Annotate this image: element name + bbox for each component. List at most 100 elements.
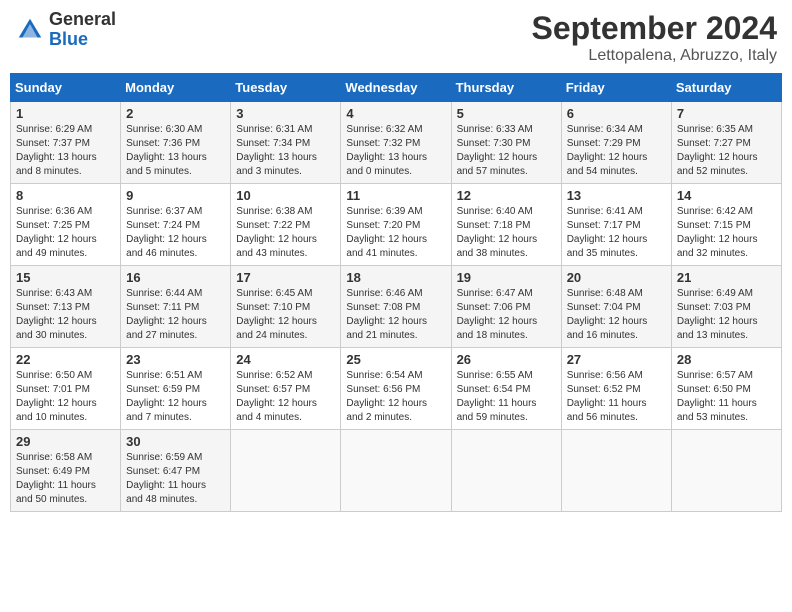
calendar-cell: 26 Sunrise: 6:55 AMSunset: 6:54 PMDayligh…: [451, 348, 561, 430]
day-number: 15: [16, 270, 115, 285]
day-info: Sunrise: 6:54 AMSunset: 6:56 PMDaylight:…: [346, 369, 445, 425]
day-info: Sunrise: 6:37 AMSunset: 7:24 PMDaylight:…: [126, 205, 225, 261]
day-info: Sunrise: 6:43 AMSunset: 7:13 PMDaylight:…: [16, 287, 115, 343]
day-info: Sunrise: 6:30 AMSunset: 7:36 PMDaylight:…: [126, 123, 225, 179]
header-thursday: Thursday: [451, 74, 561, 102]
calendar-cell: 25 Sunrise: 6:54 AMSunset: 6:56 PMDayligh…: [341, 348, 451, 430]
day-number: 9: [126, 188, 225, 203]
calendar-cell: 2 Sunrise: 6:30 AMSunset: 7:36 PMDaylight…: [121, 102, 231, 184]
title-block: September 2024 Lettopalena, Abruzzo, Ita…: [532, 10, 777, 65]
day-info: Sunrise: 6:59 AMSunset: 6:47 PMDaylight:…: [126, 451, 225, 507]
day-number: 24: [236, 352, 335, 367]
calendar: Sunday Monday Tuesday Wednesday Thursday…: [10, 73, 782, 512]
day-number: 11: [346, 188, 445, 203]
logo-blue: Blue: [49, 30, 116, 50]
calendar-cell: [671, 430, 781, 512]
day-number: 29: [16, 434, 115, 449]
day-number: 6: [567, 106, 666, 121]
day-number: 16: [126, 270, 225, 285]
day-number: 20: [567, 270, 666, 285]
month-title: September 2024: [532, 10, 777, 47]
day-info: Sunrise: 6:58 AMSunset: 6:49 PMDaylight:…: [16, 451, 115, 507]
calendar-cell: 19 Sunrise: 6:47 AMSunset: 7:06 PMDayligh…: [451, 266, 561, 348]
day-info: Sunrise: 6:44 AMSunset: 7:11 PMDaylight:…: [126, 287, 225, 343]
day-info: Sunrise: 6:34 AMSunset: 7:29 PMDaylight:…: [567, 123, 666, 179]
calendar-cell: 15 Sunrise: 6:43 AMSunset: 7:13 PMDayligh…: [11, 266, 121, 348]
header-tuesday: Tuesday: [231, 74, 341, 102]
day-number: 22: [16, 352, 115, 367]
day-info: Sunrise: 6:36 AMSunset: 7:25 PMDaylight:…: [16, 205, 115, 261]
day-number: 12: [457, 188, 556, 203]
day-number: 14: [677, 188, 776, 203]
calendar-cell: [451, 430, 561, 512]
calendar-cell: 21Sunrise: 6:49 AMSunset: 7:03 PMDayligh…: [671, 266, 781, 348]
calendar-cell: 11 Sunrise: 6:39 AMSunset: 7:20 PMDayligh…: [341, 184, 451, 266]
day-info: Sunrise: 6:46 AMSunset: 7:08 PMDaylight:…: [346, 287, 445, 343]
day-info: Sunrise: 6:35 AMSunset: 7:27 PMDaylight:…: [677, 123, 776, 179]
day-info: Sunrise: 6:48 AMSunset: 7:04 PMDaylight:…: [567, 287, 666, 343]
day-info: Sunrise: 6:55 AMSunset: 6:54 PMDaylight:…: [457, 369, 556, 425]
day-info: Sunrise: 6:41 AMSunset: 7:17 PMDaylight:…: [567, 205, 666, 261]
day-number: 1: [16, 106, 115, 121]
calendar-cell: 9 Sunrise: 6:37 AMSunset: 7:24 PMDaylight…: [121, 184, 231, 266]
day-info: Sunrise: 6:32 AMSunset: 7:32 PMDaylight:…: [346, 123, 445, 179]
calendar-cell: 8 Sunrise: 6:36 AMSunset: 7:25 PMDaylight…: [11, 184, 121, 266]
day-info: Sunrise: 6:31 AMSunset: 7:34 PMDaylight:…: [236, 123, 335, 179]
page-header: General Blue September 2024 Lettopalena,…: [10, 10, 782, 65]
calendar-cell: 16 Sunrise: 6:44 AMSunset: 7:11 PMDayligh…: [121, 266, 231, 348]
calendar-cell: 10 Sunrise: 6:38 AMSunset: 7:22 PMDayligh…: [231, 184, 341, 266]
day-number: 27: [567, 352, 666, 367]
calendar-cell: 4Sunrise: 6:32 AMSunset: 7:32 PMDaylight…: [341, 102, 451, 184]
day-info: Sunrise: 6:38 AMSunset: 7:22 PMDaylight:…: [236, 205, 335, 261]
day-info: Sunrise: 6:50 AMSunset: 7:01 PMDaylight:…: [16, 369, 115, 425]
calendar-cell: 28Sunrise: 6:57 AMSunset: 6:50 PMDayligh…: [671, 348, 781, 430]
day-info: Sunrise: 6:47 AMSunset: 7:06 PMDaylight:…: [457, 287, 556, 343]
day-number: 25: [346, 352, 445, 367]
day-number: 17: [236, 270, 335, 285]
location: Lettopalena, Abruzzo, Italy: [532, 47, 777, 65]
logo-icon: [15, 15, 45, 45]
calendar-cell: [561, 430, 671, 512]
day-info: Sunrise: 6:49 AMSunset: 7:03 PMDaylight:…: [677, 287, 776, 343]
calendar-cell: 3 Sunrise: 6:31 AMSunset: 7:34 PMDaylight…: [231, 102, 341, 184]
day-info: Sunrise: 6:39 AMSunset: 7:20 PMDaylight:…: [346, 205, 445, 261]
day-number: 3: [236, 106, 335, 121]
logo: General Blue: [15, 10, 116, 50]
calendar-cell: 14Sunrise: 6:42 AMSunset: 7:15 PMDayligh…: [671, 184, 781, 266]
calendar-cell: 17Sunrise: 6:45 AMSunset: 7:10 PMDayligh…: [231, 266, 341, 348]
day-info: Sunrise: 6:56 AMSunset: 6:52 PMDaylight:…: [567, 369, 666, 425]
day-number: 19: [457, 270, 556, 285]
calendar-cell: 6 Sunrise: 6:34 AMSunset: 7:29 PMDaylight…: [561, 102, 671, 184]
header-wednesday: Wednesday: [341, 74, 451, 102]
day-number: 26: [457, 352, 556, 367]
day-info: Sunrise: 6:40 AMSunset: 7:18 PMDaylight:…: [457, 205, 556, 261]
calendar-cell: 7 Sunrise: 6:35 AMSunset: 7:27 PMDaylight…: [671, 102, 781, 184]
day-info: Sunrise: 6:52 AMSunset: 6:57 PMDaylight:…: [236, 369, 335, 425]
header-monday: Monday: [121, 74, 231, 102]
header-saturday: Saturday: [671, 74, 781, 102]
header-friday: Friday: [561, 74, 671, 102]
day-info: Sunrise: 6:29 AMSunset: 7:37 PMDaylight:…: [16, 123, 115, 179]
calendar-cell: 5Sunrise: 6:33 AMSunset: 7:30 PMDaylight…: [451, 102, 561, 184]
calendar-header: Sunday Monday Tuesday Wednesday Thursday…: [11, 74, 782, 102]
day-number: 8: [16, 188, 115, 203]
day-number: 7: [677, 106, 776, 121]
logo-text: General Blue: [49, 10, 116, 50]
day-number: 30: [126, 434, 225, 449]
day-number: 5: [457, 106, 556, 121]
calendar-cell: [341, 430, 451, 512]
calendar-body: 1 Sunrise: 6:29 AMSunset: 7:37 PMDaylight…: [11, 102, 782, 512]
calendar-cell: 12 Sunrise: 6:40 AMSunset: 7:18 PMDayligh…: [451, 184, 561, 266]
logo-general: General: [49, 10, 116, 30]
day-number: 13: [567, 188, 666, 203]
calendar-cell: 1 Sunrise: 6:29 AMSunset: 7:37 PMDaylight…: [11, 102, 121, 184]
calendar-cell: 23 Sunrise: 6:51 AMSunset: 6:59 PMDayligh…: [121, 348, 231, 430]
day-number: 10: [236, 188, 335, 203]
calendar-cell: 20 Sunrise: 6:48 AMSunset: 7:04 PMDayligh…: [561, 266, 671, 348]
day-number: 23: [126, 352, 225, 367]
calendar-cell: 29 Sunrise: 6:58 AMSunset: 6:49 PMDayligh…: [11, 430, 121, 512]
calendar-cell: 13 Sunrise: 6:41 AMSunset: 7:17 PMDayligh…: [561, 184, 671, 266]
day-info: Sunrise: 6:57 AMSunset: 6:50 PMDaylight:…: [677, 369, 776, 425]
day-info: Sunrise: 6:51 AMSunset: 6:59 PMDaylight:…: [126, 369, 225, 425]
day-number: 2: [126, 106, 225, 121]
